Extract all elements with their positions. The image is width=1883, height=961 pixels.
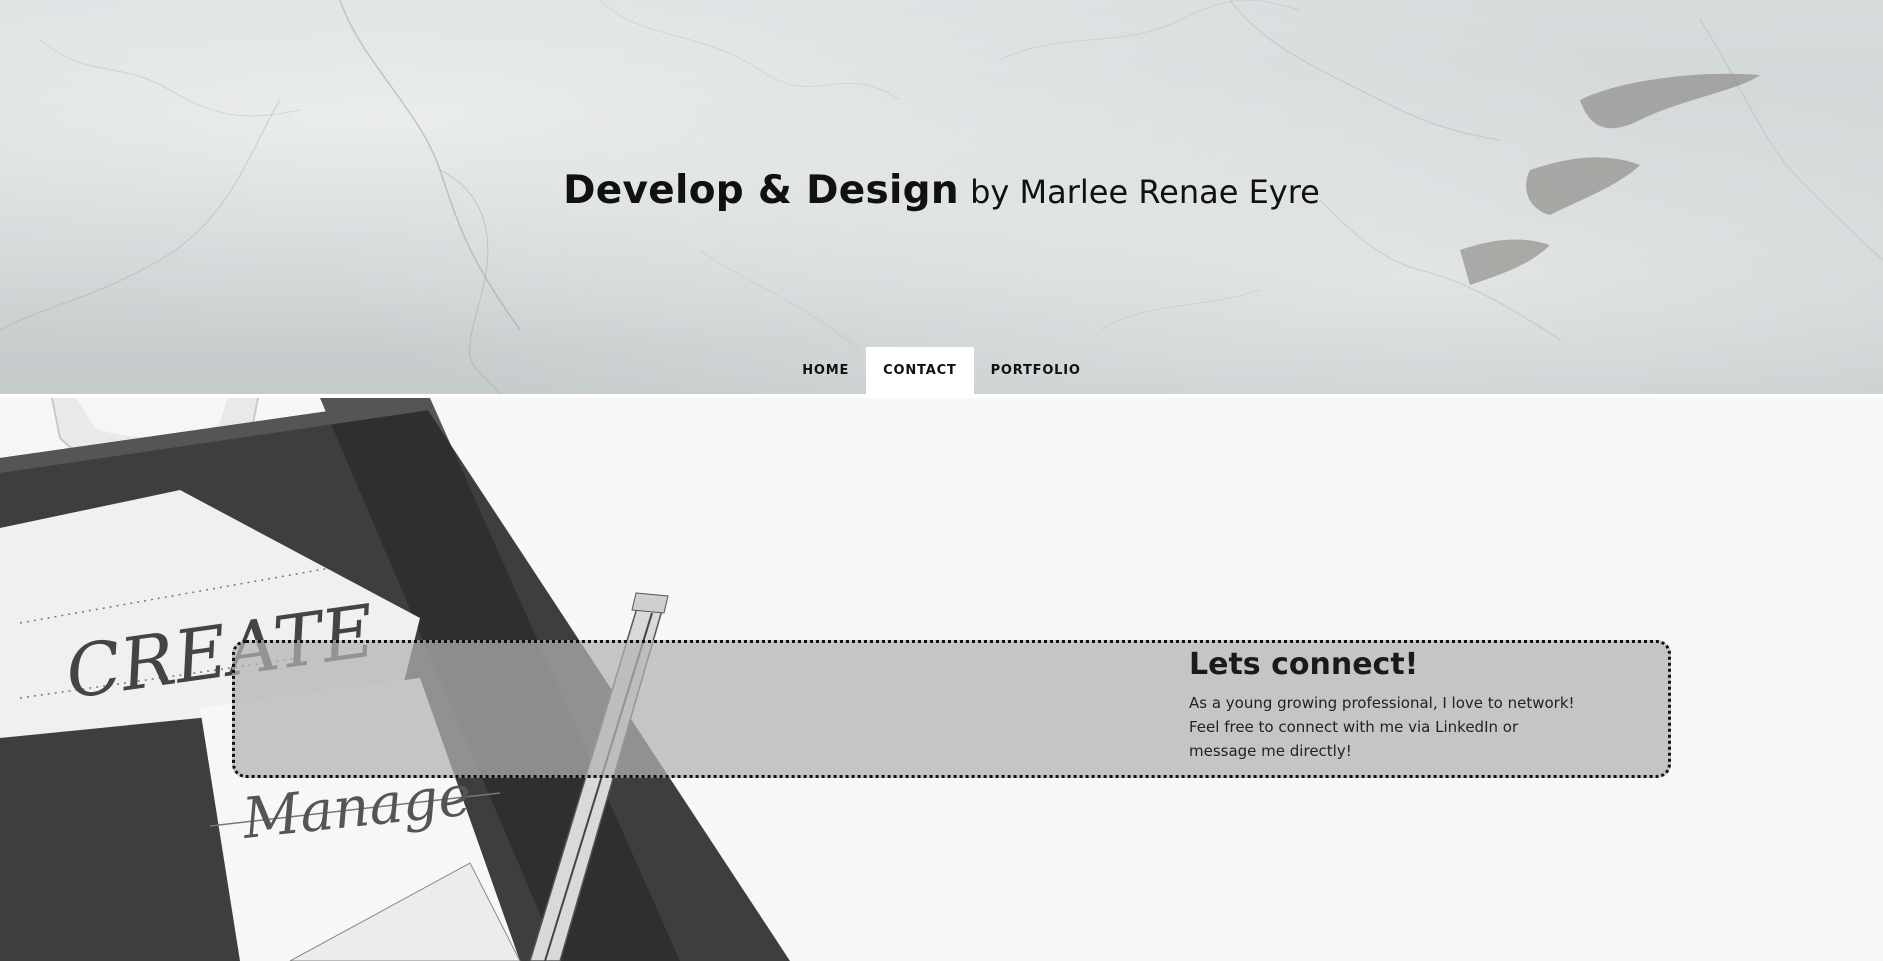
contact-text: As a young growing professional, I love … bbox=[1189, 694, 1575, 760]
site-header: Develop & Design by Marlee Renae Eyre HO… bbox=[0, 0, 1883, 394]
site-title: Develop & Design by Marlee Renae Eyre bbox=[0, 168, 1883, 213]
nav-home[interactable]: HOME bbox=[785, 347, 866, 394]
contact-heading: Lets connect! bbox=[1189, 647, 1419, 682]
nav-portfolio[interactable]: PORTFOLIO bbox=[974, 347, 1098, 394]
nav-contact[interactable]: CONTACT bbox=[866, 347, 974, 394]
site-title-byline: by Marlee Renae Eyre bbox=[970, 173, 1320, 211]
main-nav: HOME CONTACT PORTFOLIO bbox=[0, 347, 1883, 394]
contact-card: Lets connect! As a young growing profess… bbox=[232, 640, 1671, 778]
site-title-main: Develop & Design bbox=[563, 168, 959, 213]
contact-section: CREATE Manage Lets connect! As a young g… bbox=[0, 398, 1883, 961]
